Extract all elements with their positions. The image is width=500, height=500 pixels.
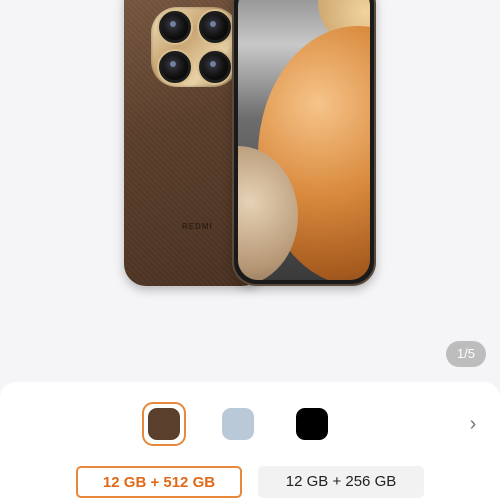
brand-logo-text: REDMI (182, 222, 213, 231)
storage-option-512[interactable]: 12 GB + 512 GB (76, 466, 242, 498)
color-swatch-brown[interactable] (148, 408, 180, 440)
color-swatch-blue[interactable] (222, 408, 254, 440)
phone-screen-wallpaper (238, 0, 370, 280)
product-image-gallery[interactable]: REDMI 1/5 (0, 0, 500, 380)
phone-front-image (232, 0, 376, 286)
camera-lens (159, 11, 191, 43)
color-swatch-black[interactable] (296, 408, 328, 440)
chevron-right-icon[interactable]: › (466, 412, 480, 436)
camera-module (151, 7, 239, 87)
gallery-page-indicator: 1/5 (446, 341, 486, 367)
variant-selector-sheet: › 12 GB + 512 GB 12 GB + 256 GB (0, 382, 500, 500)
storage-option-256[interactable]: 12 GB + 256 GB (258, 466, 424, 498)
camera-lens (199, 51, 231, 83)
camera-lens (199, 11, 231, 43)
camera-lens (159, 51, 191, 83)
